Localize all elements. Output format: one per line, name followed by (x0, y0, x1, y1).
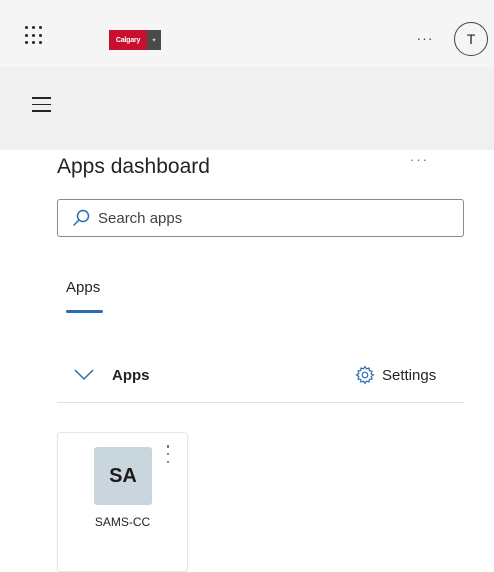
app-tile-sams-cc[interactable]: SA SAMS-CC (57, 432, 188, 572)
apps-section-toggle[interactable]: Apps (74, 364, 174, 386)
avatar[interactable]: T (454, 22, 488, 56)
hamburger-icon[interactable] (32, 97, 52, 113)
section-divider (57, 402, 464, 403)
top-bar: Calgary ✦ ··· T (0, 0, 494, 67)
app-icon: SA (94, 447, 152, 505)
section-label: Apps (112, 366, 150, 384)
active-tab-indicator (66, 310, 103, 313)
logo-text: Calgary (109, 30, 147, 50)
settings-label: Settings (382, 366, 437, 384)
app-more-options-button[interactable] (162, 443, 174, 465)
search-input[interactable] (98, 209, 438, 227)
chevron-down-icon (74, 369, 94, 381)
settings-button[interactable]: Settings (355, 364, 436, 386)
calgary-logo[interactable]: Calgary ✦ (109, 30, 161, 50)
search-box[interactable] (57, 199, 464, 237)
search-icon (73, 209, 90, 226)
dashboard-more-button[interactable]: ··· (410, 152, 438, 168)
app-name: SAMS-CC (94, 515, 151, 529)
nav-bar (0, 67, 494, 150)
gear-icon (355, 365, 375, 385)
tab-apps[interactable]: Apps (66, 279, 100, 296)
page-title: Apps dashboard (57, 155, 210, 178)
crest-icon: ✦ (147, 30, 161, 50)
app-launcher-icon[interactable] (25, 26, 45, 46)
more-options-button[interactable]: ··· (413, 28, 437, 48)
